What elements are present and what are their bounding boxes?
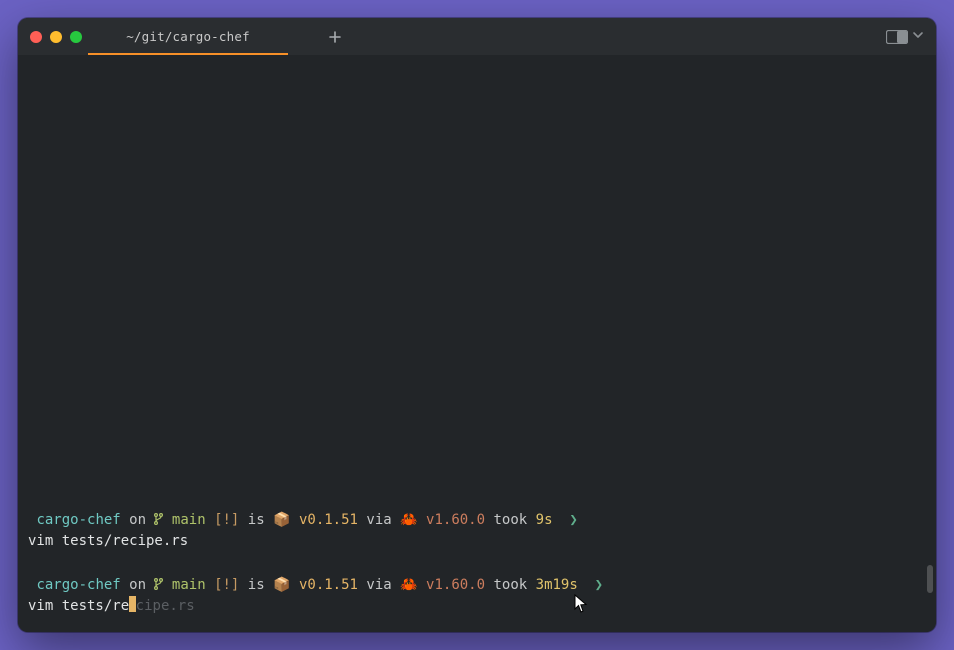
scrollbar-thumb[interactable] [927,565,933,593]
text-cursor [129,596,136,612]
git-branch-icon [154,512,163,526]
prompt-arrow: ❯ [595,577,603,593]
prompt-status: [!] [214,577,239,593]
prompt-duration: 9s [536,512,553,528]
prompt-duration: 3m19s [536,577,578,593]
package-icon: 📦 [273,577,290,593]
package-icon: 📦 [273,512,290,528]
titlebar-right-controls [886,29,924,44]
window-titlebar: ~/git/cargo-chef [18,18,936,55]
prompt-project: cargo-chef [36,577,120,593]
terminal-window: ~/git/cargo-chef [18,18,936,632]
command-line: vim tests/recipe.rs [28,531,926,553]
tab-active[interactable]: ~/git/cargo-chef [88,18,288,55]
prompt-project: cargo-chef [36,512,120,528]
prompt-arrow: ❯ [569,512,577,528]
desktop-background: ~/git/cargo-chef [0,0,954,650]
prompt-pkg-version: v0.1.51 [299,577,358,593]
traffic-lights [30,31,82,43]
prompt-rust-version: v1.60.0 [426,577,485,593]
prompt-line: cargo-chef on main [!] is 📦 v0.1.51 via … [28,510,926,532]
prompt-status: [!] [214,512,239,528]
chevron-down-icon[interactable] [912,29,924,44]
prompt-branch: main [172,577,206,593]
prompt-pkg-version: v0.1.51 [299,512,358,528]
rust-icon: 🦀 [400,512,417,528]
command-line-active[interactable]: vim tests/recipe.rs [28,596,926,618]
git-branch-icon [154,577,163,591]
prompt-rust-version: v1.60.0 [426,512,485,528]
plus-icon [328,30,342,44]
autosuggestion: cipe.rs [136,598,195,614]
terminal-pane[interactable]: cargo-chef on main [!] is 📦 v0.1.51 via … [18,55,936,632]
new-tab-button[interactable] [320,18,350,55]
panes-icon[interactable] [886,30,908,44]
rust-icon: 🦀 [400,577,417,593]
blank-line [28,553,926,575]
close-button[interactable] [30,31,42,43]
prompt-line: cargo-chef on main [!] is 📦 v0.1.51 via … [28,575,926,597]
tab-title: ~/git/cargo-chef [126,29,250,44]
minimize-button[interactable] [50,31,62,43]
zoom-button[interactable] [70,31,82,43]
prompt-branch: main [172,512,206,528]
